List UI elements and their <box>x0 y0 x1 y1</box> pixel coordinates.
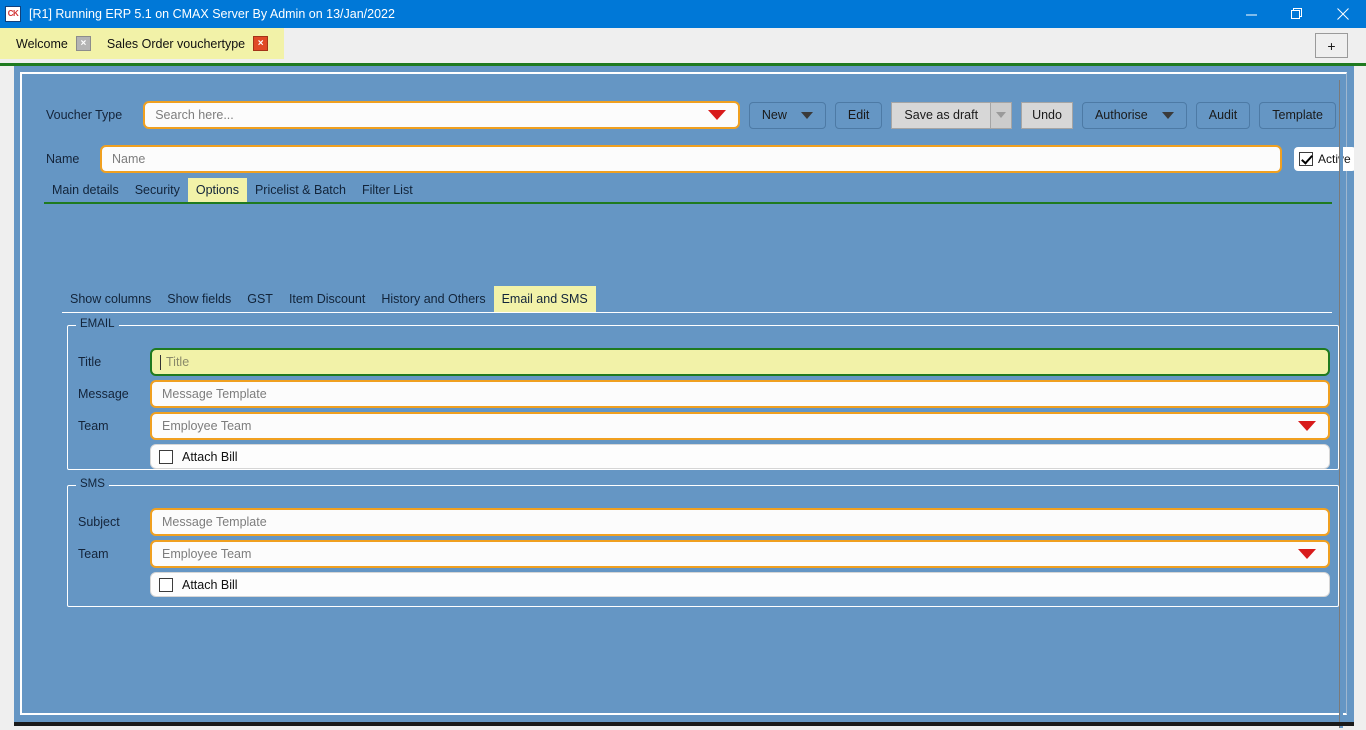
sms-group-box: SMS Subject Message Template Team Employ… <box>67 478 1339 607</box>
email-message-input[interactable]: Message Template <box>150 380 1330 408</box>
edit-button[interactable]: Edit <box>834 101 883 129</box>
sub-tab-bar: Show columns Show fields GST Item Discou… <box>62 286 1332 313</box>
template-button[interactable]: Template <box>1259 101 1336 129</box>
sms-attach-bill-checkbox[interactable] <box>159 577 173 592</box>
chevron-down-icon <box>996 112 1007 118</box>
voucher-type-search-input[interactable]: Search here... <box>143 101 740 129</box>
sms-attach-bill-label: Attach Bill <box>182 577 238 592</box>
voucher-type-label: Voucher Type <box>46 108 123 122</box>
tab-welcome-close-icon[interactable]: × <box>75 36 91 51</box>
email-message-placeholder: Message Template <box>162 387 267 401</box>
document-tab-strip: Welcome × Sales Order vouchertype × + <box>0 28 1366 66</box>
tab-options[interactable]: Options <box>187 178 247 202</box>
name-input[interactable]: Name <box>100 145 1282 173</box>
subtab-show-columns[interactable]: Show columns <box>62 286 159 312</box>
audit-button[interactable]: Audit <box>1195 101 1251 129</box>
minimize-icon[interactable] <box>1228 0 1274 28</box>
email-message-label: Message <box>78 387 129 401</box>
new-button[interactable]: New <box>748 101 826 129</box>
window-bottom-shadow <box>14 722 1354 726</box>
authorise-button-label: Authorise <box>1094 108 1148 122</box>
active-checkbox[interactable] <box>1299 152 1313 166</box>
sms-team-row: Team Employee Team <box>78 540 1330 568</box>
name-row: Name Name Active <box>46 144 1356 174</box>
email-team-placeholder: Employee Team <box>162 419 252 433</box>
tab-sales-order-vouchertype-label: Sales Order vouchertype <box>106 36 246 51</box>
sms-team-placeholder: Employee Team <box>162 547 252 561</box>
window-title-bar: CK [R1] Running ERP 5.1 on CMAX Server B… <box>0 0 1366 28</box>
tab-sales-order-vouchertype[interactable]: Sales Order vouchertype × <box>99 28 276 59</box>
audit-button-label: Audit <box>1208 108 1238 122</box>
active-label: Active <box>1318 152 1351 166</box>
window-right-gutter <box>1354 66 1359 726</box>
edit-button-label: Edit <box>847 108 870 122</box>
form-body: Voucher Type Search here... New Edit Sav… <box>0 66 1366 730</box>
form-inner-frame: Voucher Type Search here... New Edit Sav… <box>20 72 1356 728</box>
email-group-box: EMAIL Title Title Message Message Templa… <box>67 318 1339 470</box>
chevron-down-icon[interactable] <box>1298 421 1316 431</box>
main-tab-bar: Main details Security Options Pricelist … <box>44 178 1332 204</box>
form-canvas: Voucher Type Search here... New Edit Sav… <box>14 66 1356 728</box>
save-as-draft-dropdown-arrow[interactable] <box>990 101 1013 129</box>
sms-subject-input[interactable]: Message Template <box>150 508 1330 536</box>
new-button-label: New <box>761 108 787 122</box>
tab-main-details[interactable]: Main details <box>44 178 127 202</box>
name-placeholder: Name <box>112 152 146 166</box>
voucher-type-placeholder: Search here... <box>155 108 234 122</box>
new-tab-button[interactable]: + <box>1315 33 1348 58</box>
email-attach-bill-label: Attach Bill <box>182 449 238 464</box>
email-group-legend: EMAIL <box>76 318 119 330</box>
chevron-down-icon <box>800 111 813 119</box>
template-button-label: Template <box>1272 108 1323 122</box>
tab-sales-order-vouchertype-close-icon[interactable]: × <box>253 36 269 51</box>
tab-pricelist-and-batch[interactable]: Pricelist & Batch <box>247 178 354 202</box>
subtab-history-and-others[interactable]: History and Others <box>373 286 493 312</box>
window-controls <box>1228 0 1366 28</box>
subtab-item-discount[interactable]: Item Discount <box>281 286 373 312</box>
sms-subject-row: Subject Message Template <box>78 508 1330 536</box>
sms-group-legend: SMS <box>76 478 109 490</box>
window-title: [R1] Running ERP 5.1 on CMAX Server By A… <box>29 7 395 21</box>
sms-team-dropdown[interactable]: Employee Team <box>150 540 1330 568</box>
voucher-type-row: Voucher Type Search here... New Edit Sav… <box>46 100 1336 130</box>
tab-security[interactable]: Security <box>127 178 188 202</box>
email-team-row: Team Employee Team <box>78 412 1330 440</box>
chevron-down-icon[interactable] <box>707 110 726 120</box>
action-toolbar: New Edit Save as draft Undo Authorise Au… <box>748 101 1336 129</box>
name-label: Name <box>46 152 80 166</box>
email-title-label: Title <box>78 355 102 369</box>
app-icon: CK <box>5 6 21 22</box>
email-team-dropdown[interactable]: Employee Team <box>150 412 1330 440</box>
tab-welcome[interactable]: Welcome × <box>8 28 99 59</box>
subtab-email-and-sms[interactable]: Email and SMS <box>493 286 596 312</box>
sms-attach-bill-row: Attach Bill <box>78 572 1330 597</box>
email-message-row: Message Message Template <box>78 380 1330 408</box>
email-attach-bill-row: Attach Bill <box>78 444 1330 469</box>
subtab-show-fields[interactable]: Show fields <box>159 286 239 312</box>
sms-subject-placeholder: Message Template <box>162 515 267 529</box>
email-team-label: Team <box>78 419 109 433</box>
email-attach-bill-control[interactable]: Attach Bill <box>150 444 1330 469</box>
authorise-button[interactable]: Authorise <box>1081 101 1187 129</box>
email-title-row: Title Title <box>78 348 1330 376</box>
sms-team-label: Team <box>78 547 109 561</box>
chevron-down-icon[interactable] <box>1298 549 1316 559</box>
subtab-gst[interactable]: GST <box>239 286 281 312</box>
close-icon[interactable] <box>1320 0 1366 28</box>
save-as-draft-split-button[interactable]: Save as draft <box>891 101 1013 129</box>
vertical-scrollbar[interactable] <box>1339 80 1343 728</box>
tab-filter-list[interactable]: Filter List <box>354 178 421 202</box>
active-checkbox-row[interactable]: Active <box>1294 147 1356 171</box>
tab-welcome-label: Welcome <box>16 36 68 51</box>
email-title-placeholder: Title <box>166 355 190 369</box>
document-tabs: Welcome × Sales Order vouchertype × <box>0 28 285 59</box>
chevron-down-icon <box>1161 111 1174 119</box>
sms-attach-bill-control[interactable]: Attach Bill <box>150 572 1330 597</box>
email-title-input[interactable]: Title <box>150 348 1330 376</box>
sms-subject-label: Subject <box>78 515 120 529</box>
undo-button[interactable]: Undo <box>1021 101 1073 129</box>
email-attach-bill-checkbox[interactable] <box>159 449 173 464</box>
restore-icon[interactable] <box>1274 0 1320 28</box>
save-as-draft-button[interactable]: Save as draft <box>891 101 991 129</box>
